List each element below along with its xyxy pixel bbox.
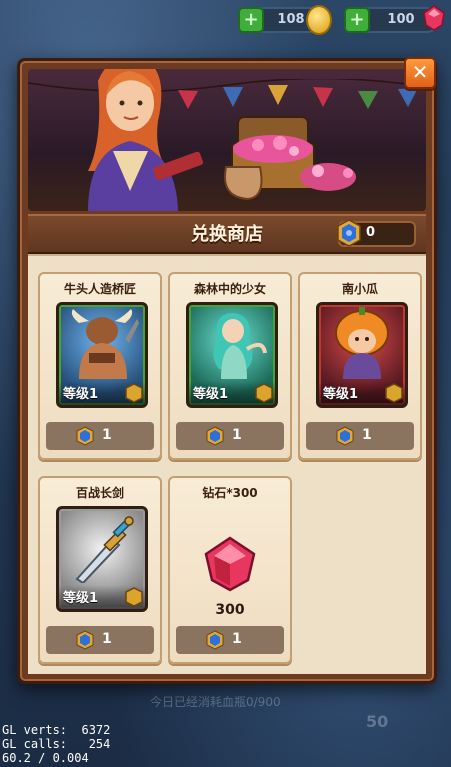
shop-item-card[interactable]: 百战长剑 等级1 1 [38, 476, 162, 664]
shop-item-card[interactable]: 南小瓜 等级1 1 [298, 272, 422, 460]
item-name: 森林中的少女 [193, 282, 266, 296]
item-price-button[interactable]: 1 [46, 422, 154, 450]
medal-currency-icon [206, 630, 224, 650]
sword-icon [75, 516, 134, 583]
item-price: 1 [232, 631, 242, 647]
add-gems-button[interactable]: + [344, 7, 370, 33]
item-portrait: 等级1 [56, 302, 148, 408]
item-portrait: 等级1 [316, 302, 408, 408]
treasure-chest-icon [224, 116, 356, 201]
medal-currency-icon [336, 426, 354, 446]
pumpkin-head-icon [335, 307, 389, 379]
rarity-badge-icon [255, 383, 273, 403]
item-name: 牛头人造桥匠 [63, 282, 136, 296]
shop-item-card[interactable]: 钻石*300 300 1 [168, 476, 292, 664]
debug-line: GL calls: 254 [2, 737, 111, 751]
gem-amount: 100 [387, 12, 415, 27]
debug-line: GL verts: 6372 [2, 723, 111, 737]
diamond-icon [204, 536, 256, 592]
item-name: 南小瓜 [341, 282, 378, 296]
resource-bar: + 108 + 100 [0, 0, 451, 36]
minotaur-icon [71, 309, 139, 379]
shop-title-bar: 兑换商店 0 [28, 214, 426, 254]
item-price-button[interactable]: 1 [176, 626, 284, 654]
item-name: 钻石*300 [202, 486, 258, 500]
shop-item-grid: 牛头人造桥匠 等级1 1 森林中的少女 等级1 1 南小瓜 等级1 1 百战长剑… [28, 254, 426, 674]
merchant-woman-icon [88, 69, 204, 211]
shop-banner-art [28, 69, 426, 211]
rarity-badge-icon [385, 383, 403, 403]
item-amount: 300 [215, 602, 245, 618]
item-price: 1 [102, 631, 112, 647]
gem-counter: + 100 [344, 5, 445, 33]
debug-line: 60.2 / 0.004 [2, 751, 89, 765]
coin-amount: 108 [277, 12, 305, 27]
medal-currency-icon [337, 219, 361, 247]
shop-item-card[interactable]: 森林中的少女 等级1 1 [168, 272, 292, 460]
exchange-currency-amount: 0 [366, 225, 376, 240]
background-number: 50 [366, 712, 389, 731]
gem-icon [423, 5, 445, 31]
medal-currency-icon [76, 630, 94, 650]
medal-currency-icon [76, 426, 94, 446]
medal-currency-icon [206, 426, 224, 446]
rarity-badge-icon [125, 587, 143, 607]
coin-counter: + 108 [238, 5, 332, 35]
item-portrait: 等级1 [186, 302, 278, 408]
forest-girl-icon [213, 313, 267, 379]
item-price: 1 [102, 427, 112, 443]
close-button[interactable]: ✕ [404, 57, 436, 89]
item-price: 1 [232, 427, 242, 443]
item-price-button[interactable]: 1 [46, 626, 154, 654]
exchange-shop-dialog: ✕ 兑换商店 0 牛头人造桥匠 等级1 1 森林中的少女 等级1 1 南小瓜 等… [17, 57, 437, 684]
item-price-button[interactable]: 1 [306, 422, 414, 450]
item-price-button[interactable]: 1 [176, 422, 284, 450]
debug-overlay: GL verts: 6372 GL calls: 254 60.2 / 0.004 [2, 723, 110, 765]
add-coins-button[interactable]: + [238, 7, 264, 33]
background-daily-text: 今日已经消耗血瓶0/900 [150, 695, 281, 709]
item-price: 1 [362, 427, 372, 443]
shop-item-card[interactable]: 牛头人造桥匠 等级1 1 [38, 272, 162, 460]
exchange-currency-display: 0 [337, 219, 416, 247]
coin-icon [306, 5, 332, 35]
item-portrait: 等级1 [56, 506, 148, 612]
item-name: 百战长剑 [75, 486, 124, 500]
rarity-badge-icon [125, 383, 143, 403]
